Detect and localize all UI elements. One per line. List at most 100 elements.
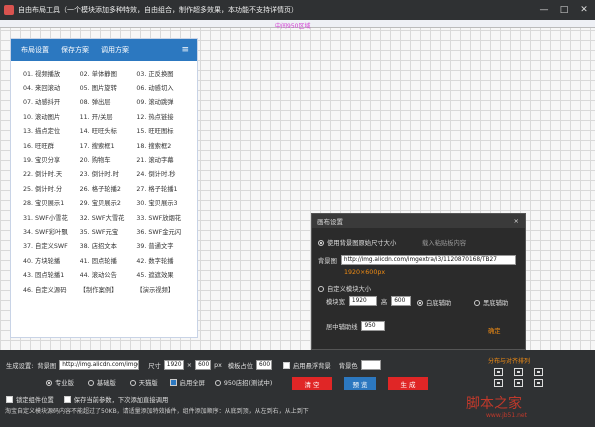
effect-item[interactable]: 46. 自定义源码 bbox=[23, 285, 80, 294]
align-center-icon[interactable] bbox=[514, 368, 523, 376]
effect-item[interactable]: 16. 旺旺群 bbox=[23, 141, 80, 150]
dialog-close-icon[interactable]: × bbox=[514, 217, 519, 225]
effect-item[interactable]: 26. 格子轮播2 bbox=[80, 184, 137, 193]
size-width-input[interactable]: 1920 bbox=[163, 360, 184, 370]
effect-item[interactable]: 45. 遮遮效果 bbox=[136, 270, 193, 279]
size-height-input[interactable]: 600 bbox=[195, 360, 212, 370]
generate-button[interactable]: 生 成 bbox=[388, 377, 428, 390]
lock-position-checkbox[interactable] bbox=[6, 396, 13, 403]
effects-row: 01. 视频播放 02. 单体静图 03. 正反换图 bbox=[23, 66, 193, 80]
bg-image-url-input[interactable]: http://img.alicdn.com/imgextra/i3/112087… bbox=[340, 255, 516, 265]
effect-item[interactable]: 29. 宝贝展示2 bbox=[80, 198, 137, 207]
effect-item[interactable]: 18. 搜索框2 bbox=[136, 141, 193, 150]
align-bottom-icon[interactable] bbox=[534, 379, 543, 387]
effect-item[interactable]: 15. 旺旺图标 bbox=[136, 126, 193, 135]
effect-item[interactable]: 30. 宝贝展示3 bbox=[136, 198, 193, 207]
tab-load-scheme[interactable]: 调用方案 bbox=[101, 45, 129, 55]
effect-item[interactable]: 03. 正反换图 bbox=[136, 69, 193, 78]
effect-item[interactable]: 10. 滚动图片 bbox=[23, 112, 80, 121]
effect-item[interactable]: 01. 视频播放 bbox=[23, 69, 80, 78]
align-top-icon[interactable] bbox=[494, 379, 503, 387]
effect-item[interactable]: 44. 滚动公告 bbox=[80, 270, 137, 279]
option-bg-original-size[interactable]: 使用背景图原始尺寸大小 bbox=[318, 238, 396, 247]
clear-button[interactable]: 清 空 bbox=[292, 377, 332, 390]
effect-item[interactable]: 41. 固点轮播 bbox=[80, 256, 137, 265]
center-guide-input[interactable]: 950 bbox=[361, 321, 386, 331]
minimize-button[interactable]: — bbox=[537, 3, 551, 17]
effect-item[interactable]: 11. 开/关层 bbox=[80, 112, 137, 121]
effect-item[interactable]: 21. 滚动字幕 bbox=[136, 155, 193, 164]
menu-icon[interactable]: ≡ bbox=[181, 45, 189, 55]
effect-item[interactable]: 33. SWF放烟花 bbox=[136, 213, 193, 222]
confirm-button[interactable]: 确定 bbox=[488, 326, 501, 335]
paste-clipboard-link[interactable]: 载入粘贴板内容 bbox=[422, 238, 466, 247]
effect-item[interactable]: 20. 购物车 bbox=[80, 155, 137, 164]
effect-item[interactable]: 12. 热点链接 bbox=[136, 112, 193, 121]
radio-basic[interactable] bbox=[87, 379, 94, 386]
bg-url-input[interactable]: http://img.alicdn.com/imgext bbox=[59, 360, 140, 370]
effect-item[interactable]: 32. SWF大雪花 bbox=[80, 213, 137, 222]
effect-item[interactable]: 31. SWF小雪花 bbox=[23, 213, 80, 222]
effect-item[interactable]: 28. 宝贝展示1 bbox=[23, 198, 80, 207]
float-bg-checkbox[interactable] bbox=[283, 361, 290, 369]
radio-icon bbox=[318, 285, 324, 292]
black-aux-option[interactable]: 黑底辅助 bbox=[474, 298, 508, 307]
effect-item[interactable]: 27. 格子轮播1 bbox=[136, 184, 193, 193]
radio-pro[interactable] bbox=[46, 379, 52, 386]
effect-item[interactable]: 14. 旺旺头标 bbox=[80, 126, 137, 135]
effect-item[interactable]: 38. 店招文本 bbox=[80, 241, 137, 250]
effect-item[interactable]: 40. 方块轮播 bbox=[23, 256, 80, 265]
radio-tmall[interactable] bbox=[129, 379, 136, 386]
effect-item[interactable]: 09. 滚动跳弹 bbox=[136, 97, 193, 106]
effect-item[interactable]: 25. 倒计时.分 bbox=[23, 184, 80, 193]
effects-row: 19. 宝贝分享 20. 购物车 21. 滚动字幕 bbox=[23, 152, 193, 166]
module-height-input[interactable]: 600 bbox=[391, 296, 412, 306]
effect-item[interactable]: 【制作案例】 bbox=[80, 285, 137, 294]
radio-950[interactable] bbox=[214, 379, 221, 386]
panel-header: 布局设置 保存方案 调用方案 ≡ bbox=[11, 39, 197, 61]
white-aux-option[interactable]: 白底辅助 bbox=[417, 298, 451, 307]
tab-save-scheme[interactable]: 保存方案 bbox=[61, 45, 89, 55]
align-right-icon[interactable] bbox=[534, 368, 543, 376]
effect-item[interactable]: 19. 宝贝分享 bbox=[23, 155, 80, 164]
canvas-pos-input[interactable]: 600 bbox=[256, 360, 272, 370]
effect-item[interactable]: 【演示视频】 bbox=[136, 285, 193, 294]
effect-item[interactable]: 22. 倒计时.天 bbox=[23, 169, 80, 178]
effect-item[interactable]: 05. 图片旋转 bbox=[80, 83, 137, 92]
effect-item[interactable]: 06. 动感切入 bbox=[136, 83, 193, 92]
option-label: 自定义模块大小 bbox=[327, 286, 372, 293]
effect-item[interactable]: 17. 搜索框1 bbox=[80, 141, 137, 150]
close-button[interactable]: ✕ bbox=[577, 3, 591, 17]
bg-image-label: 背景图 bbox=[318, 257, 337, 265]
preview-button[interactable]: 预 览 bbox=[344, 377, 376, 390]
effect-item[interactable]: 07. 动感抖开 bbox=[23, 97, 80, 106]
effect-item[interactable]: 02. 单体静图 bbox=[80, 69, 137, 78]
align-left-icon[interactable] bbox=[494, 368, 503, 376]
effect-item[interactable]: 43. 固点轮播1 bbox=[23, 270, 80, 279]
effect-item[interactable]: 36. SWF金元闪 bbox=[136, 227, 193, 236]
module-width-input[interactable]: 1920 bbox=[348, 296, 377, 306]
effect-item[interactable]: 34. SWF彩叶飘 bbox=[23, 227, 80, 236]
tab-layout-settings[interactable]: 布局设置 bbox=[21, 45, 49, 55]
effect-item[interactable]: 42. 数字轮播 bbox=[136, 256, 193, 265]
lock-position-label: 锁定组件位置 bbox=[16, 397, 54, 404]
fullscreen-checkbox[interactable] bbox=[169, 379, 177, 386]
maximize-button[interactable]: □ bbox=[557, 3, 571, 17]
effect-item[interactable]: 04. 来回滚动 bbox=[23, 83, 80, 92]
bg-color-swatch[interactable] bbox=[360, 360, 381, 370]
dialog-title-bar: 画布设置 × bbox=[312, 214, 525, 228]
align-middle-icon[interactable] bbox=[514, 379, 523, 387]
option-custom-size[interactable]: 自定义模块大小 bbox=[318, 284, 371, 293]
effect-item[interactable]: 23. 倒计时.时 bbox=[80, 169, 137, 178]
effect-item[interactable]: 37. 自定义SWF bbox=[23, 241, 80, 250]
effect-item[interactable]: 24. 倒计时.秒 bbox=[136, 169, 193, 178]
effect-item[interactable]: 08. 弹出层 bbox=[80, 97, 137, 106]
effects-row: 04. 来回滚动 05. 图片旋转 06. 动感切入 bbox=[23, 80, 193, 94]
effect-item[interactable]: 39. 普通文字 bbox=[136, 241, 193, 250]
save-params-checkbox[interactable] bbox=[63, 396, 71, 403]
effects-row: 10. 滚动图片 11. 开/关层 12. 热点链接 bbox=[23, 109, 193, 123]
bg-label: 背景图 bbox=[37, 362, 57, 370]
version-row: 专业版 基础版 天猫版 启用全屏 950店招(测试中) bbox=[46, 378, 272, 387]
effect-item[interactable]: 13. 描点定位 bbox=[23, 126, 80, 135]
effect-item[interactable]: 35. SWF元宝 bbox=[80, 227, 137, 236]
